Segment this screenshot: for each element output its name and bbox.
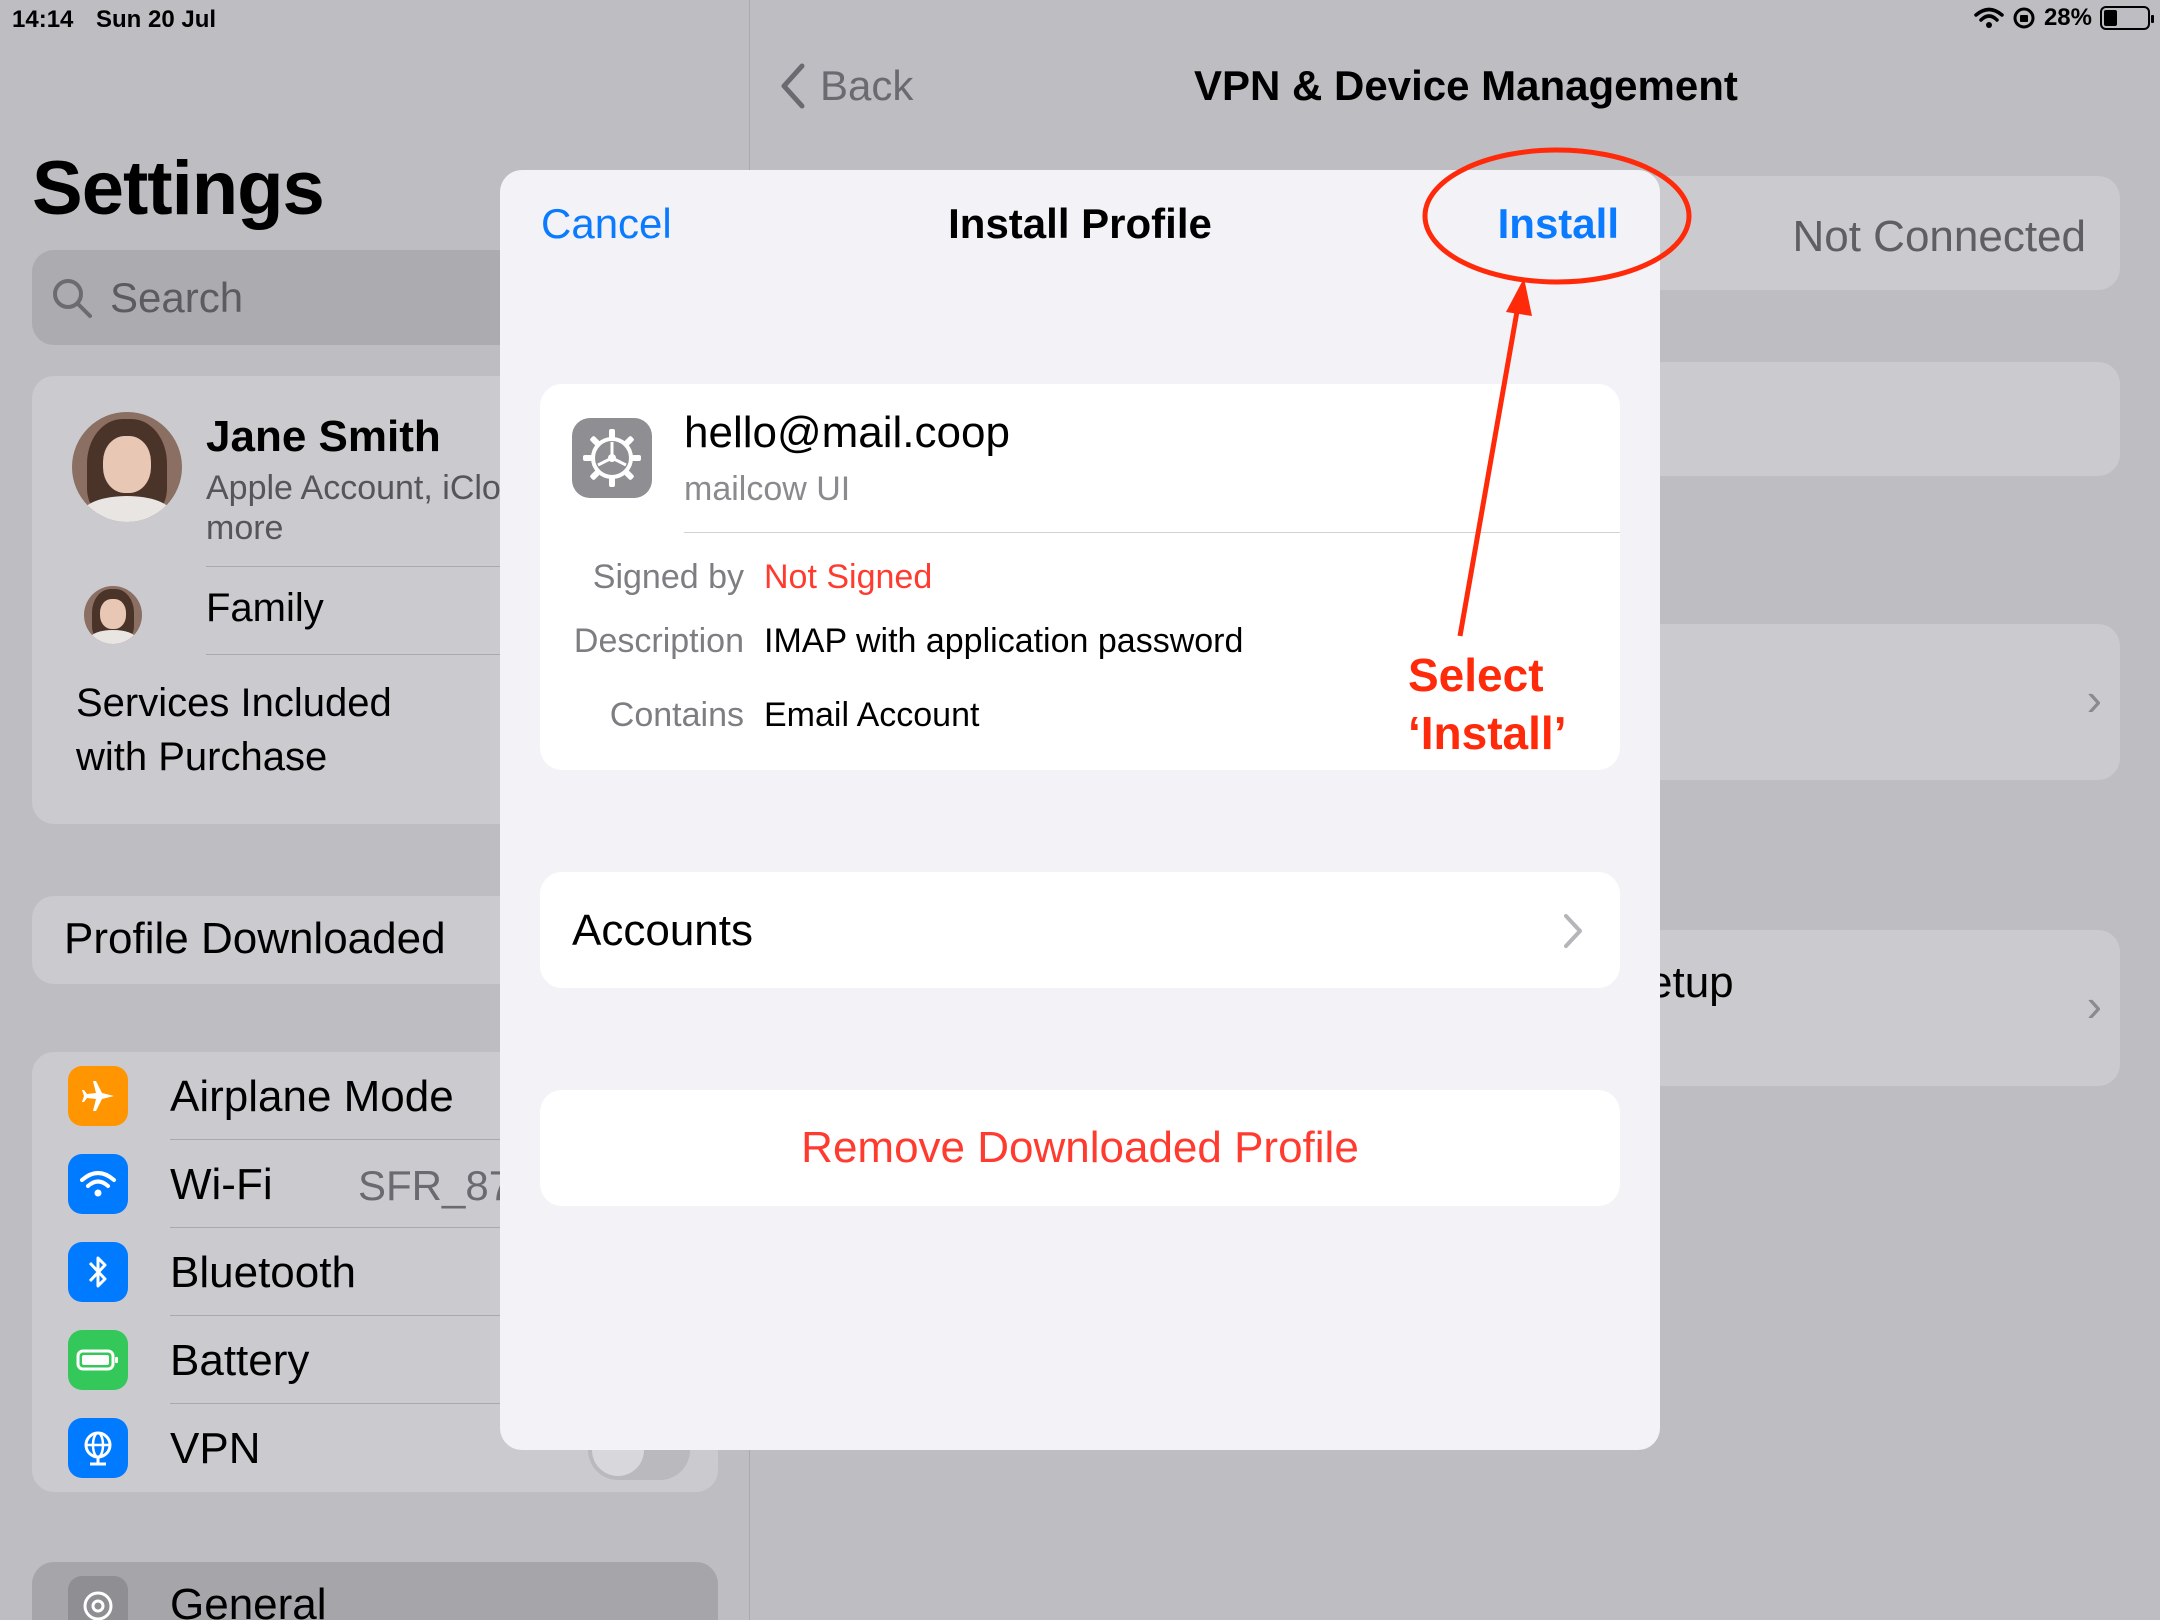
wifi-icon: [68, 1154, 128, 1214]
back-button[interactable]: Back: [778, 62, 913, 110]
vpn-status: Not Connected: [1792, 212, 2086, 261]
search-placeholder: Search: [110, 273, 244, 321]
signed-by-value: Not Signed: [764, 558, 933, 596]
status-bar: 14:14 Sun 20 Jul 28%: [0, 0, 2160, 40]
orientation-lock-icon: [2013, 7, 2035, 29]
gear-icon: [572, 418, 652, 498]
globe-icon: [68, 1418, 128, 1478]
partial-row-label: etup: [1648, 958, 1734, 1007]
profile-organization: mailcow UI: [684, 470, 851, 508]
detail-title: VPN & Device Management: [1194, 62, 1738, 109]
status-right: 28%: [1974, 4, 2154, 32]
signed-by-row: Signed by Not Signed: [540, 558, 1620, 602]
signed-by-label: Signed by: [592, 558, 744, 596]
gear-icon: [68, 1576, 128, 1620]
family-avatar: [84, 586, 142, 644]
cancel-button[interactable]: Cancel: [541, 200, 672, 248]
contains-label: Contains: [609, 696, 744, 734]
family-item[interactable]: Family: [206, 586, 324, 631]
install-button[interactable]: Install: [1498, 200, 1619, 248]
wifi-status-icon: [1974, 7, 2004, 28]
description-value: IMAP with application password: [764, 622, 1244, 660]
remove-profile-button[interactable]: Remove Downloaded Profile: [540, 1090, 1620, 1206]
sidebar-title: Settings: [32, 146, 325, 231]
airplane-icon: [68, 1066, 128, 1126]
battery-level-icon: [2100, 6, 2154, 30]
accounts-row[interactable]: Accounts: [540, 872, 1620, 988]
battery-percentage: 28%: [2043, 4, 2092, 31]
status-time: 14:14: [12, 6, 74, 33]
chevron-right-icon: ›: [2086, 979, 2102, 1031]
status-date: Sun 20 Jul: [96, 6, 217, 33]
annotation-text: Select ‘Install’: [1408, 649, 1567, 759]
search-icon: [53, 278, 92, 318]
services-item[interactable]: Services Included with Purchase: [76, 676, 436, 784]
avatar: [72, 412, 182, 522]
chevron-right-icon: ›: [2086, 673, 2102, 725]
sheet-title: Install Profile: [948, 200, 1212, 247]
contains-value: Email Account: [764, 696, 980, 734]
battery-icon: [68, 1330, 128, 1390]
accounts-label: Accounts: [572, 906, 753, 955]
bluetooth-icon: [68, 1242, 128, 1302]
sidebar-item-general[interactable]: General: [32, 1562, 718, 1620]
description-label: Description: [573, 622, 744, 660]
profile-name: hello@mail.coop: [684, 408, 1010, 457]
install-profile-sheet: Install Profile Cancel Install hello@mai…: [500, 170, 1660, 1450]
chevron-left-icon: [781, 63, 805, 109]
account-name: Jane Smith: [206, 412, 441, 461]
chevron-right-icon: [1564, 914, 1582, 948]
